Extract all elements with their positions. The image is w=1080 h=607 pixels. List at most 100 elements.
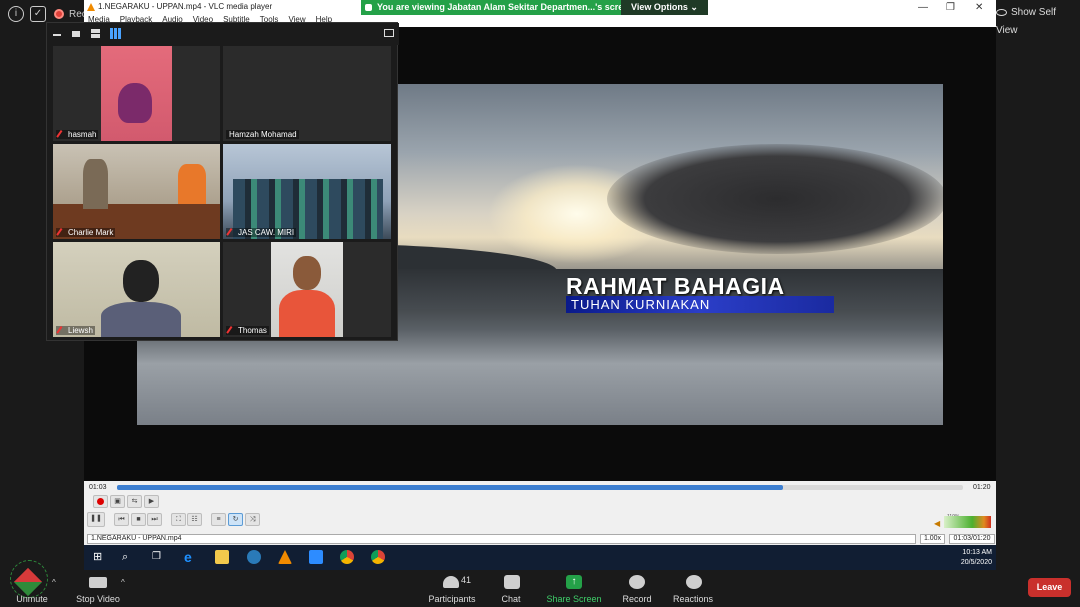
view-options-button[interactable]: View Options ⌄ [621, 0, 708, 15]
chrome-profile-icon[interactable] [371, 550, 385, 564]
chat-button[interactable]: Chat [476, 594, 546, 604]
edge-icon[interactable]: e [184, 550, 198, 564]
participant-name: hasmah [56, 130, 99, 140]
time-display[interactable]: 01:03/01:20 [949, 534, 995, 544]
snapshot-button[interactable]: ▣ [110, 495, 125, 508]
volume-slider[interactable] [944, 516, 991, 528]
total-time: 01:20 [973, 484, 991, 491]
extended-settings-button[interactable]: ☷ [187, 513, 202, 526]
participant-tile[interactable]: Thomas [223, 242, 391, 337]
previous-button[interactable]: ⏮ [114, 513, 129, 526]
reactions-button[interactable]: Reactions [658, 594, 728, 604]
strip-view-icon[interactable] [91, 29, 100, 38]
taskbar-clock[interactable]: 10:13 AM 20/5/2020 [950, 548, 992, 568]
next-icon: ⏭ [151, 516, 158, 523]
exit-fullscreen-icon[interactable] [384, 29, 394, 37]
participant-name: Thomas [226, 326, 269, 336]
participant-name-text: Thomas [238, 326, 267, 335]
task-view-icon[interactable]: ❐ [152, 550, 166, 564]
loop-button[interactable]: ↻ [228, 513, 243, 526]
fullscreen-button[interactable]: ⛶ [171, 513, 186, 526]
speaker-icon[interactable]: ◀ [934, 519, 940, 528]
audio-options-chevron-icon[interactable]: ^ [52, 578, 56, 587]
muted-mic-icon [226, 228, 236, 238]
windows-start-icon[interactable]: ⊞ [93, 550, 107, 564]
search-icon[interactable]: ⌕ [122, 550, 136, 564]
participant-tile[interactable]: hasmah [53, 46, 220, 141]
share-screen-arrow-icon[interactable]: ↑ [566, 575, 582, 589]
participant-name-text: JAS CAW. MIRI [238, 228, 295, 237]
record-circle-icon[interactable] [629, 575, 645, 589]
participants-icon[interactable] [443, 576, 459, 588]
muted-mic-icon [226, 326, 236, 336]
shuffle-icon: ⤨ [249, 516, 256, 523]
share-screen-icon [365, 4, 372, 11]
minimize-icon[interactable]: — [918, 1, 928, 15]
shuffle-button[interactable]: ⤨ [245, 513, 260, 526]
previous-icon: ⏮ [118, 516, 125, 523]
frame-step-button[interactable]: ▶ [144, 495, 159, 508]
shield-icon[interactable]: ✓ [30, 6, 46, 22]
participant-name: Charlie Mark [56, 228, 116, 238]
info-icon[interactable]: i [8, 6, 24, 22]
sliders-icon: ☷ [191, 516, 198, 523]
participant-body [279, 290, 335, 337]
zoom-taskbar-icon[interactable] [309, 550, 323, 564]
eye-icon [996, 8, 1007, 16]
participant-name: Liewsh [56, 326, 95, 336]
loop-ab-button[interactable]: ⇆ [127, 495, 142, 508]
fullscreen-icon: ⛶ [176, 516, 181, 523]
gallery-toolbar [47, 23, 399, 45]
pause-icon: ❚❚ [90, 515, 102, 522]
chat-icon[interactable] [504, 575, 520, 589]
next-button[interactable]: ⏭ [147, 513, 162, 526]
camera-icon: ▣ [114, 498, 121, 505]
participant-video [101, 46, 172, 141]
gallery-grid-icon[interactable] [110, 28, 121, 39]
record-button[interactable] [93, 495, 108, 508]
muted-mic-icon [56, 228, 66, 238]
muted-mic-icon [56, 326, 66, 336]
app-icon[interactable] [247, 550, 261, 564]
participant-video [271, 242, 343, 337]
seek-bar[interactable] [117, 485, 963, 490]
minimize-video-icon[interactable] [53, 34, 61, 36]
reactions-emoji-icon[interactable] [686, 575, 702, 589]
zoom-control-bar: Unmute ^ Stop Video ^ 41 Participants Ch… [0, 560, 1080, 607]
participant-name-text: hasmah [68, 130, 97, 139]
playlist-icon: ≡ [216, 516, 221, 523]
leave-button[interactable]: Leave [1028, 578, 1071, 597]
close-icon[interactable]: ✕ [975, 1, 983, 15]
speaker-view-icon[interactable] [72, 31, 80, 37]
participant-figure [118, 83, 152, 123]
share-screen-button[interactable]: Share Screen [539, 594, 609, 604]
clock-date: 20/5/2020 [960, 559, 992, 566]
participant-tile[interactable]: Hamzah Mohamad [223, 46, 391, 141]
playlist-button[interactable]: ≡ [211, 513, 226, 526]
vlc-cone-icon [87, 3, 95, 11]
maximize-icon[interactable]: ❐ [946, 1, 955, 15]
file-explorer-icon[interactable] [215, 550, 229, 564]
windows-taskbar: ⊞ ⌕ ❐ e 10:13 AM 20/5/2020 [84, 545, 996, 570]
status-filename: 1.NEGARAKU - UPPAN.mp4 [87, 534, 916, 544]
participant-tile[interactable]: Charlie Mark [53, 144, 220, 239]
recording-icon [54, 9, 64, 19]
participant-name-text: Liewsh [68, 326, 93, 335]
video-options-chevron-icon[interactable]: ^ [121, 578, 125, 587]
vlc-taskbar-icon[interactable] [278, 550, 292, 564]
stop-button[interactable]: ■ [131, 513, 146, 526]
participant-figure [83, 159, 108, 209]
participant-name-text: Charlie Mark [68, 228, 114, 237]
stop-video-button[interactable]: Stop Video [63, 594, 133, 604]
loop-ab-icon: ⇆ [131, 498, 138, 505]
show-self-view-button[interactable]: Show Self View [996, 4, 1074, 36]
participant-figure [123, 260, 159, 302]
participant-tile[interactable]: Liewsh [53, 242, 220, 337]
pause-button[interactable]: ❚❚ [87, 512, 105, 527]
playback-speed[interactable]: 1.00x [920, 534, 945, 544]
participant-tile[interactable]: JAS CAW. MIRI [223, 144, 391, 239]
participant-body [101, 302, 181, 337]
chevron-down-icon: ⌄ [690, 2, 698, 12]
video-camera-icon[interactable] [89, 577, 107, 588]
chrome-icon[interactable] [340, 550, 354, 564]
